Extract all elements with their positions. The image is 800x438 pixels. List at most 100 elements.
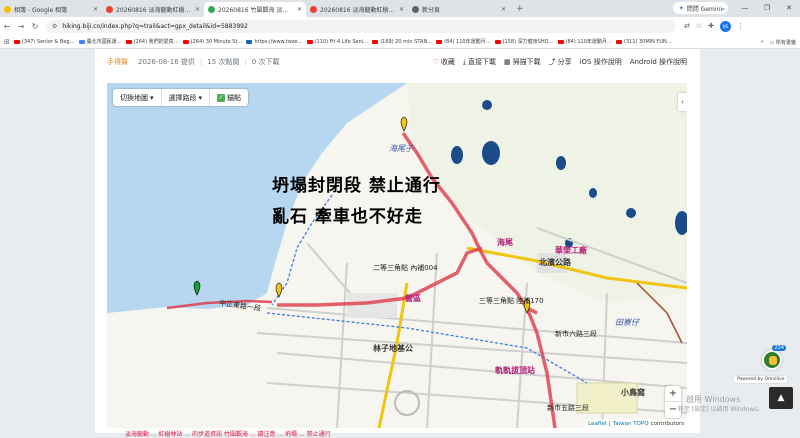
share-button[interactable]: ⤴ 分享: [549, 57, 572, 67]
ios-help-link[interactable]: iOS 操作說明: [580, 57, 622, 67]
reload-icon[interactable]: ↻: [28, 22, 42, 31]
bookmark-item[interactable]: (84) 110年運動月…: [557, 38, 612, 45]
tab-close-icon[interactable]: ✕: [399, 6, 404, 13]
pond: [556, 156, 566, 170]
tab-favicon-icon: [310, 6, 317, 13]
extensions-icon[interactable]: ✚: [708, 22, 714, 30]
separator: |: [244, 58, 247, 66]
browser-tab[interactable]: 20260816 淡海龍動紅樹林站 ✕: [102, 2, 204, 17]
checkbox-checked-icon[interactable]: ✓: [217, 93, 226, 102]
qr-code-icon: ▦: [503, 58, 511, 66]
browser-tab[interactable]: 新分頁 ✕: [408, 2, 510, 17]
taiwan-topo-link[interactable]: Taiwan TOPO: [613, 421, 649, 427]
trail-map[interactable]: 海尾子 海尾 華榮工廠 北濱公路 二等三角點 內補004 三等三角點 陸補170…: [107, 83, 687, 428]
attribution-suffix: contributors: [650, 420, 684, 427]
chat-widget-button[interactable]: 234: [762, 345, 786, 370]
browser-tab[interactable]: 20260816 淡海龍動紅樹林站 ✕: [306, 2, 408, 17]
bookmark-item[interactable]: (169) 20 min STAN…: [372, 39, 432, 45]
map-label-beibin: 北濱公路: [539, 258, 571, 267]
bookmark-item[interactable]: (158) 深力健身SHO…: [494, 38, 554, 45]
youtube-icon: [306, 39, 313, 44]
new-tab-button[interactable]: +: [510, 4, 530, 14]
map-label-xiaoniaowo: 小鳥窩: [621, 388, 645, 397]
tab-close-icon[interactable]: ✕: [195, 6, 200, 13]
windows-activation-hint: 移至 [設定] 以啟用 Windows。: [678, 406, 764, 413]
map-label-guiji: 軌軌拔頂站: [495, 366, 535, 375]
back-arrow-icon[interactable]: ←: [0, 22, 14, 31]
window-controls: ⌄ — ❐ ✕: [712, 0, 800, 17]
tab-close-icon[interactable]: ✕: [501, 6, 506, 13]
forward-arrow-icon[interactable]: →: [14, 22, 28, 31]
bookmarks-more-button[interactable]: »: [761, 39, 764, 45]
download-count: 0 次下載: [251, 58, 280, 66]
zoom-control: + −: [665, 386, 681, 418]
zoom-in-button[interactable]: +: [665, 386, 681, 402]
bookmark-item[interactable]: (84) 110年運動月…: [436, 38, 491, 45]
bookmark-item[interactable]: (264) 30 Minute St…: [182, 39, 242, 45]
chat-badge: 234: [772, 345, 786, 351]
profile-avatar[interactable]: NS: [720, 20, 732, 32]
provided-date: 2026-08-16 提供: [138, 58, 195, 66]
tab-search-icon[interactable]: ⌄: [712, 0, 734, 17]
minimize-button[interactable]: —: [734, 0, 756, 17]
direct-download-button[interactable]: ⤓ 直接下載: [463, 57, 496, 67]
building: [347, 293, 397, 318]
bookmark-item[interactable]: (110) Fit 4 Life Seni…: [306, 39, 368, 45]
map-label-linzi: 林子地基公: [373, 344, 413, 353]
select-route-dropdown[interactable]: 選擇路段 ▾: [162, 89, 211, 106]
apps-grid-icon[interactable]: ⊞: [4, 38, 10, 46]
bookmark-item[interactable]: (347) Senior & Beg…: [13, 39, 75, 45]
youtube-icon: [182, 39, 189, 44]
pond: [451, 146, 463, 164]
toolbar-right: ⇄ ☆ ✚ NS ⋮: [684, 20, 744, 32]
chat-bubble-icon: [769, 356, 777, 365]
browser-tab-bar: 相簿 - Google 相簿 ✕ 20260816 淡海龍動紅樹林站 ✕ 202…: [0, 0, 800, 17]
map-label-road2: 新市六路三段: [555, 330, 597, 338]
gpx-marker-waypoint: [275, 282, 283, 298]
leaflet-link[interactable]: Leaflet: [588, 421, 607, 427]
tab-title: 相簿 - Google 相簿: [14, 7, 68, 14]
youtube-icon: [125, 39, 132, 44]
tab-title: 20260816 淡海龍動紅樹林站: [320, 7, 396, 14]
android-help-link[interactable]: Android 操作說明: [630, 57, 687, 67]
bookmark-item[interactable]: https://www.twse…: [246, 39, 303, 45]
browser-tab-active[interactable]: 20260816 竹圍觀海 淡海龍動紅 ✕: [204, 2, 306, 17]
all-bookmarks-folder[interactable]: ▭ 所有書籤: [770, 39, 796, 46]
tab-close-icon[interactable]: ✕: [93, 6, 98, 13]
attribution-separator: |: [608, 420, 611, 427]
youtube-icon: [615, 39, 622, 44]
favorite-button[interactable]: ♡ 收藏: [433, 57, 455, 67]
sidebar-toggle-chevron-icon[interactable]: ‹: [678, 93, 687, 111]
translate-icon[interactable]: ⇄: [684, 22, 690, 30]
close-window-button[interactable]: ✕: [778, 0, 800, 17]
youtube-icon: [13, 39, 20, 44]
powered-by-label: Powered by Omnilive: [734, 376, 788, 383]
tab-close-icon[interactable]: ✕: [297, 6, 302, 13]
gemini-icon: ✦: [678, 4, 684, 12]
maximize-button[interactable]: ❐: [756, 0, 778, 17]
map-label-triangle1: 二等三角點 內補004: [373, 264, 438, 272]
map-attribution: Leaflet | Taiwan TOPO contributors: [585, 419, 687, 428]
tab-favicon-icon: [208, 6, 215, 13]
menu-kebab-icon[interactable]: ⋮: [737, 22, 744, 30]
bookmark-star-icon[interactable]: ☆: [696, 22, 702, 30]
bookmark-item[interactable]: (264) 我們的愛真…: [125, 38, 179, 45]
map-canvas[interactable]: [107, 83, 687, 428]
scan-download-button[interactable]: ▦ 掃描下載: [504, 57, 541, 67]
switch-map-dropdown[interactable]: 切換地圖 ▾: [113, 89, 162, 106]
pond: [482, 141, 500, 165]
scroll-to-top-button[interactable]: ▲: [769, 387, 793, 409]
browser-tab[interactable]: 相簿 - Google 相簿 ✕: [0, 2, 102, 17]
bookmark-item[interactable]: (311) 30MIN FUN…: [615, 39, 672, 45]
site-info-icon[interactable]: ⚙: [52, 23, 57, 30]
youtube-icon: [494, 39, 501, 44]
map-label-road3: 新市五路三段: [547, 404, 589, 412]
author-link[interactable]: 手得賢: [107, 57, 128, 67]
tab-title: 20260816 淡海龍動紅樹林站: [116, 7, 192, 14]
map-label-junqu: 營區: [405, 294, 421, 303]
bookmark-item[interactable]: 臺北市國民運…: [78, 38, 122, 45]
address-bar[interactable]: ⚙ hiking.biji.co/index.php?q=trail&act=g…: [46, 19, 676, 33]
waypoints-toggle[interactable]: ✓ 錨點: [210, 89, 248, 106]
youtube-icon: [436, 39, 443, 44]
chevron-down-icon: ▾: [150, 93, 154, 102]
